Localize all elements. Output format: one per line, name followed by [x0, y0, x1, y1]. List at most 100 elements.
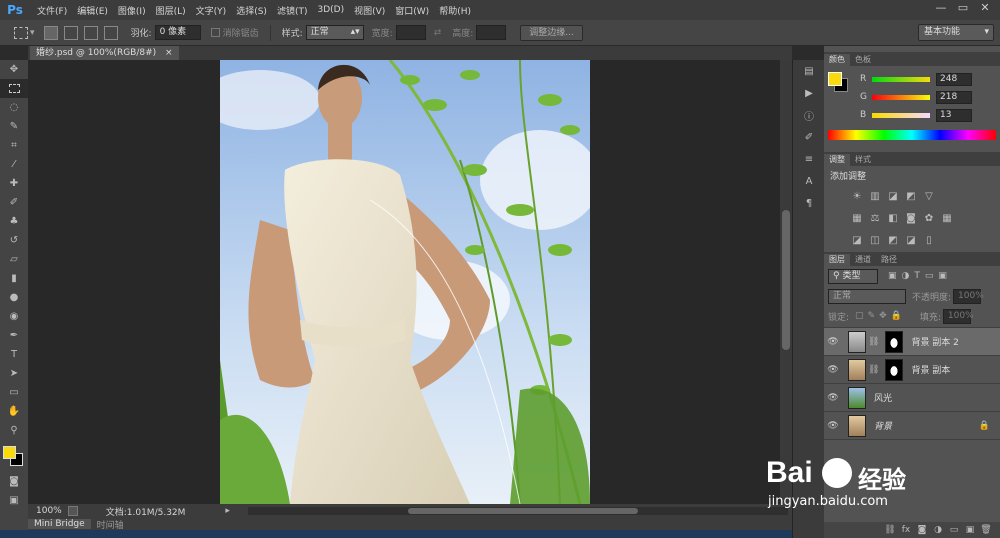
character-panel-icon[interactable]: A: [793, 170, 825, 192]
r-slider[interactable]: [872, 76, 930, 82]
dodge-tool-icon[interactable]: ◉: [0, 307, 28, 326]
foreground-color-swatch[interactable]: [828, 72, 842, 86]
eye-icon[interactable]: 👁: [824, 337, 842, 347]
zoom-tool-icon[interactable]: ⚲: [0, 421, 28, 440]
document-image[interactable]: [220, 60, 590, 504]
link-icon[interactable]: ⛓: [868, 365, 879, 375]
color-spectrum[interactable]: [828, 130, 996, 140]
gradient-tool-icon[interactable]: ▮: [0, 269, 28, 288]
antialias-checkbox[interactable]: [210, 28, 220, 37]
menu-window[interactable]: 窗口(W): [390, 4, 434, 17]
layer-name[interactable]: 背景 副本 2: [911, 335, 958, 348]
invert-icon[interactable]: ◪: [848, 231, 866, 249]
tab-swatches[interactable]: 色板: [850, 54, 876, 66]
r-value-input[interactable]: 248: [936, 72, 972, 86]
curves-icon[interactable]: ◪: [884, 187, 902, 205]
close-tab-icon[interactable]: ×: [165, 48, 173, 58]
hue-saturation-icon[interactable]: ▦: [848, 209, 866, 227]
close-button[interactable]: ✕: [974, 0, 996, 16]
healing-brush-tool-icon[interactable]: ✚: [0, 174, 28, 193]
blend-mode-select[interactable]: 正常: [828, 288, 906, 304]
layer-name[interactable]: 背景 副本: [911, 363, 950, 376]
pen-tool-icon[interactable]: ✒: [0, 326, 28, 345]
layer-row[interactable]: 👁 ⛓ 背景 副本 2: [824, 328, 1000, 356]
tab-mini-bridge[interactable]: Mini Bridge: [28, 519, 91, 529]
scrollbar-thumb[interactable]: [782, 210, 790, 350]
lock-icons[interactable]: ▢✎✥🔒: [855, 311, 906, 321]
move-tool-icon[interactable]: ✥: [0, 60, 28, 79]
tab-color[interactable]: 颜色: [824, 54, 850, 66]
scrollbar-thumb[interactable]: [408, 508, 638, 514]
fx-icon[interactable]: fx: [898, 525, 914, 535]
b-slider[interactable]: [872, 112, 930, 118]
clone-stamp-tool-icon[interactable]: ♣: [0, 212, 28, 231]
tab-paths[interactable]: 路径: [876, 254, 902, 266]
new-group-icon[interactable]: ▭: [946, 525, 962, 535]
actions-panel-icon[interactable]: ▶: [793, 82, 825, 104]
minimize-button[interactable]: —: [930, 0, 952, 16]
exposure-icon[interactable]: ◩: [902, 187, 920, 205]
layer-row[interactable]: 👁 ⛓ 背景 副本: [824, 356, 1000, 384]
g-slider[interactable]: [872, 94, 930, 100]
history-panel-icon[interactable]: ▤: [793, 60, 825, 82]
eraser-tool-icon[interactable]: ▱: [0, 250, 28, 269]
new-selection-icon[interactable]: [43, 25, 58, 40]
black-white-icon[interactable]: ◧: [884, 209, 902, 227]
subtract-selection-icon[interactable]: [83, 25, 98, 40]
paragraph-panel-icon[interactable]: ¶: [793, 192, 825, 214]
workspace-select[interactable]: 基本功能 ▾: [918, 24, 994, 41]
fill-input[interactable]: 100%: [942, 308, 974, 324]
marquee-tool-icon[interactable]: [0, 79, 28, 98]
tab-timeline[interactable]: 时间轴: [91, 518, 130, 531]
posterize-icon[interactable]: ◫: [866, 231, 884, 249]
threshold-icon[interactable]: ◩: [884, 231, 902, 249]
horizontal-scrollbar[interactable]: [248, 507, 788, 515]
layer-name[interactable]: 背景: [874, 419, 892, 432]
link-icon[interactable]: ⛓: [868, 337, 879, 347]
tab-layers[interactable]: 图层: [824, 254, 850, 266]
layer-filter-select[interactable]: ⚲ 类型: [828, 268, 878, 284]
filter-icons[interactable]: ▣◑T▭▣: [888, 271, 952, 281]
height-input[interactable]: [476, 25, 507, 40]
new-layer-icon[interactable]: ▣: [962, 525, 978, 535]
eye-icon[interactable]: 👁: [824, 393, 842, 403]
layer-row[interactable]: 👁 背景 🔒: [824, 412, 1000, 440]
adjustment-layer-icon[interactable]: ◑: [930, 525, 946, 535]
add-mask-icon[interactable]: ◙: [914, 525, 930, 535]
zoom-level[interactable]: 100%: [36, 506, 62, 516]
tool-presets-icon[interactable]: ≡: [793, 148, 825, 170]
tab-adjustments[interactable]: 调整: [824, 154, 850, 166]
blur-tool-icon[interactable]: ●: [0, 288, 28, 307]
layer-row[interactable]: 👁 风光: [824, 384, 1000, 412]
refine-edge-button[interactable]: 调整边缘...: [520, 24, 583, 41]
status-arrow-icon[interactable]: ▸: [225, 506, 230, 516]
quick-select-tool-icon[interactable]: ✎: [0, 117, 28, 136]
type-tool-icon[interactable]: T: [0, 345, 28, 364]
levels-icon[interactable]: ▥: [866, 187, 884, 205]
menu-image[interactable]: 图像(I): [113, 4, 151, 17]
menu-view[interactable]: 视图(V): [349, 4, 390, 17]
lasso-tool-icon[interactable]: ◌: [0, 98, 28, 117]
brush-panel-icon[interactable]: ✐: [793, 126, 825, 148]
g-value-input[interactable]: 218: [936, 90, 972, 104]
restore-button[interactable]: ▭: [952, 0, 974, 16]
info-panel-icon[interactable]: ⓘ: [793, 104, 825, 126]
feather-input[interactable]: 0 像素: [154, 25, 201, 40]
tab-styles[interactable]: 样式: [850, 154, 876, 166]
path-selection-tool-icon[interactable]: ➤: [0, 364, 28, 383]
intersect-selection-icon[interactable]: [103, 25, 118, 40]
photo-filter-icon[interactable]: ◙: [902, 209, 920, 227]
menu-layer[interactable]: 图层(L): [151, 4, 191, 17]
width-input[interactable]: [395, 25, 426, 40]
channel-mixer-icon[interactable]: ✿: [920, 209, 938, 227]
layer-mask-thumbnail[interactable]: [885, 358, 904, 381]
layer-name[interactable]: 风光: [874, 391, 892, 404]
screen-mode-icon[interactable]: ▣: [0, 491, 28, 510]
menu-help[interactable]: 帮助(H): [434, 4, 476, 17]
quick-mask-icon[interactable]: ◙: [0, 472, 28, 491]
eyedropper-tool-icon[interactable]: ⁄: [0, 155, 28, 174]
menu-3d[interactable]: 3D(D): [312, 5, 349, 15]
marquee-preset-icon[interactable]: [14, 26, 28, 39]
brush-tool-icon[interactable]: ✐: [0, 193, 28, 212]
color-lookup-icon[interactable]: ▦: [938, 209, 956, 227]
